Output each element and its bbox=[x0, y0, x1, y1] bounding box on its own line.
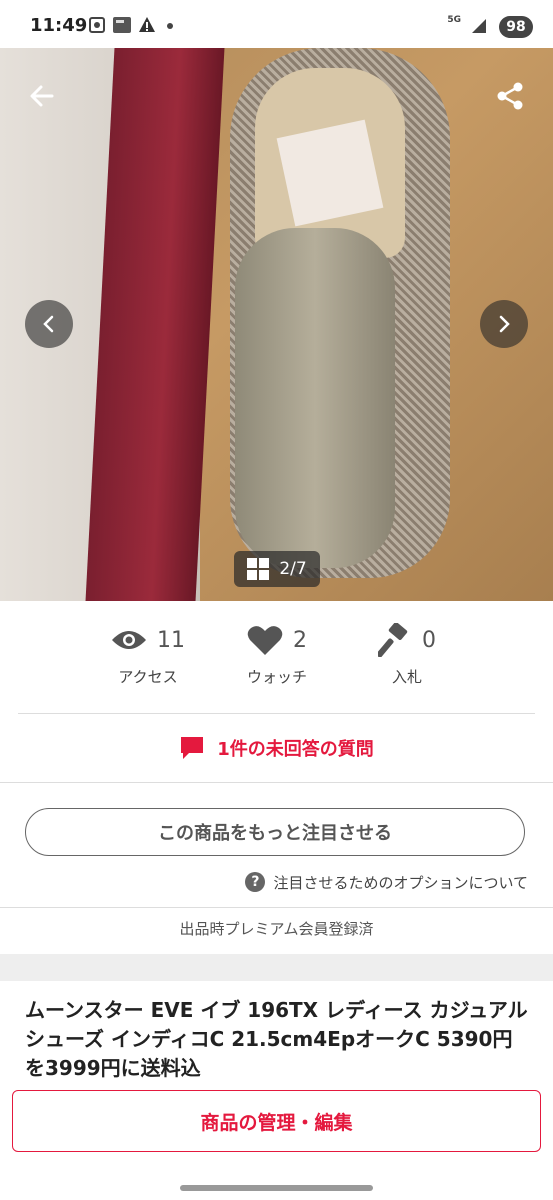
back-button[interactable] bbox=[22, 76, 62, 116]
prev-photo-button[interactable] bbox=[25, 300, 73, 348]
access-label: アクセス bbox=[118, 668, 178, 686]
promote-item-button[interactable]: この商品をもっと注目させる bbox=[25, 808, 525, 856]
product-photo[interactable] bbox=[0, 48, 553, 601]
stat-watch: 2 ウォッチ bbox=[207, 620, 347, 687]
speech-bubble-icon bbox=[181, 737, 204, 759]
divider bbox=[0, 907, 553, 908]
section-separator bbox=[0, 954, 553, 981]
signal-icon bbox=[472, 19, 486, 33]
warning-icon bbox=[139, 17, 155, 32]
gavel-icon bbox=[378, 623, 408, 657]
divider bbox=[18, 713, 535, 714]
bids-label: 入札 bbox=[391, 668, 422, 686]
screenshot-icon bbox=[89, 17, 105, 33]
photo-shoe-vamp bbox=[235, 228, 395, 568]
battery-level: 98 bbox=[499, 16, 533, 38]
arrow-left-icon bbox=[30, 85, 54, 107]
stat-access: 11 アクセス bbox=[78, 620, 218, 687]
watch-count: 2 bbox=[293, 627, 307, 653]
unanswered-question-link[interactable]: 1件の未回答の質問 bbox=[0, 728, 553, 768]
network-type: 5G bbox=[447, 15, 461, 25]
watch-label: ウォッチ bbox=[246, 668, 307, 686]
photo-shoe-tag bbox=[276, 119, 384, 227]
access-count: 11 bbox=[157, 627, 185, 653]
heart-icon bbox=[247, 626, 283, 655]
stat-bids: 0 入札 bbox=[337, 620, 477, 687]
share-button[interactable] bbox=[490, 76, 530, 116]
item-stats: 11 アクセス 2 ウォッチ 0 入札 bbox=[0, 620, 553, 700]
eye-icon bbox=[112, 631, 146, 649]
chevron-left-icon bbox=[43, 315, 54, 333]
grid-icon bbox=[247, 558, 270, 580]
notification-app-icon bbox=[113, 17, 131, 33]
dot-icon bbox=[167, 23, 173, 29]
status-bar: 11:49 5G 98 bbox=[0, 0, 553, 48]
home-indicator[interactable] bbox=[180, 1185, 373, 1191]
divider bbox=[0, 782, 553, 783]
promote-options-link[interactable]: ? 注目させるためのオプションについて bbox=[245, 870, 528, 894]
photo-counter-text: 2/7 bbox=[279, 559, 307, 579]
next-photo-button[interactable] bbox=[480, 300, 528, 348]
help-icon: ? bbox=[245, 872, 266, 892]
item-title: ムーンスター EVE イブ 196TX レディース カジュアルシューズ インディ… bbox=[25, 998, 528, 1078]
status-time: 11:49 bbox=[30, 15, 88, 36]
bids-count: 0 bbox=[422, 627, 436, 653]
share-icon bbox=[497, 82, 523, 110]
unanswered-question-text: 1件の未回答の質問 bbox=[217, 739, 374, 760]
photo-counter[interactable]: 2/7 bbox=[234, 551, 320, 587]
premium-member-note: 出品時プレミアム会員登録済 bbox=[179, 920, 374, 938]
chevron-right-icon bbox=[499, 315, 510, 333]
manage-edit-button[interactable]: 商品の管理・編集 bbox=[12, 1090, 541, 1152]
promote-options-text: 注目させるためのオプションについて bbox=[273, 873, 528, 892]
